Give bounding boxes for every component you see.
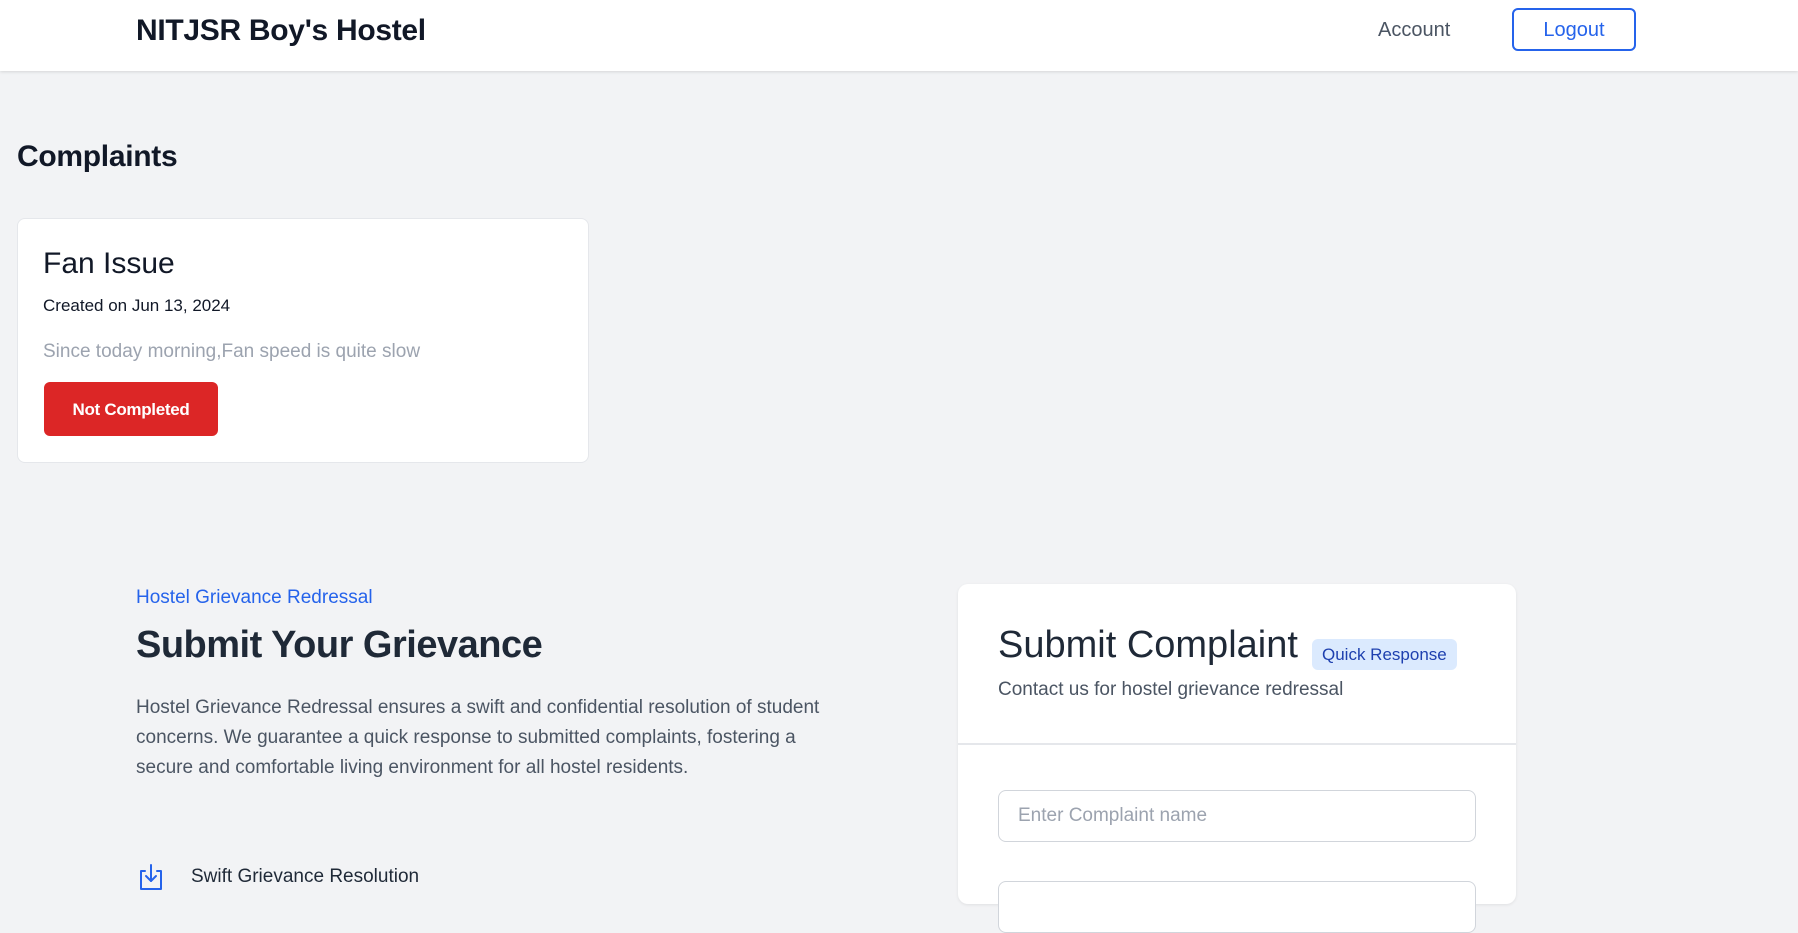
logout-button[interactable]: Logout [1512, 8, 1636, 51]
feature-label: Swift Grievance Resolution [191, 866, 420, 887]
complaint-title: Fan Issue [43, 247, 175, 280]
form-divider [958, 743, 1516, 745]
complaints-heading: Complaints [17, 140, 178, 173]
form-title: Submit Complaint [998, 624, 1298, 666]
grievance-kicker: Hostel Grievance Redressal [136, 587, 373, 608]
complaint-description: Since today morning,Fan speed is quite s… [43, 341, 421, 362]
site-brand[interactable]: NITJSR Boy's Hostel [136, 14, 426, 48]
complaint-created-date: Created on Jun 13, 2024 [43, 296, 231, 315]
complaint-form-card: Submit Complaint Quick Response Contact … [958, 584, 1516, 933]
account-link[interactable]: Account [1378, 19, 1450, 42]
grievance-description: Hostel Grievance Redressal ensures a swi… [136, 697, 820, 778]
complaint-name-input[interactable] [998, 790, 1476, 842]
complaint-status-button[interactable]: Not Completed [44, 382, 218, 436]
quick-response-badge: Quick Response [1312, 639, 1457, 670]
complaint-card: Fan Issue Created on Jun 13, 2024 Since … [17, 218, 589, 463]
download-arrow-icon [136, 862, 166, 892]
grievance-headline: Submit Your Grievance [136, 624, 543, 666]
form-subtitle: Contact us for hostel grievance redressa… [998, 679, 1344, 700]
top-navbar: NITJSR Boy's Hostel Account Logout [0, 0, 1798, 71]
